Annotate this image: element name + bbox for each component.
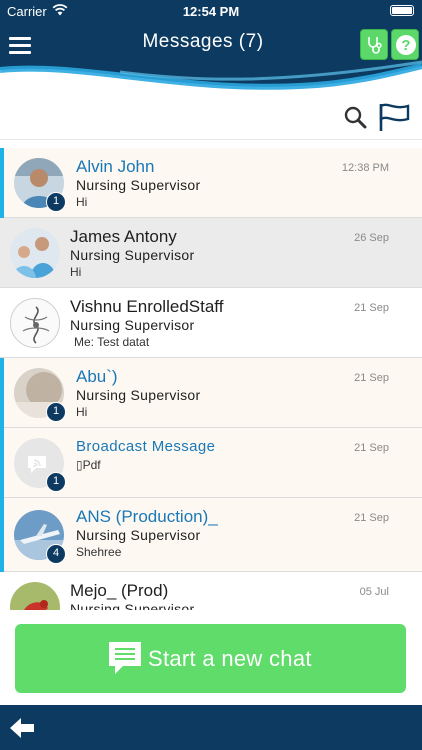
- status-bar: Carrier 12:54 PM: [0, 0, 422, 22]
- conversation-row[interactable]: Mejo_ (Prod) Nursing Supervisor 05 Jul: [0, 572, 422, 610]
- chat-bubble-icon: [109, 642, 141, 674]
- contact-name: Abu`): [76, 367, 118, 386]
- unread-count-badge: 1: [46, 192, 66, 212]
- app-header: Messages (7) ?: [0, 22, 422, 92]
- search-icon[interactable]: [343, 105, 367, 129]
- contact-role: Nursing Supervisor: [76, 527, 201, 543]
- conversation-row[interactable]: 1 Abu`) Nursing Supervisor Hi 21 Sep: [0, 358, 422, 428]
- contact-name: Mejo_ (Prod): [70, 581, 169, 600]
- unread-indicator: [0, 358, 4, 428]
- conversation-row[interactable]: James Antony Nursing Supervisor Hi 26 Se…: [0, 218, 422, 288]
- battery-icon: [390, 5, 414, 16]
- svg-text:?: ?: [401, 37, 410, 54]
- unread-indicator: [0, 148, 4, 218]
- last-message: ▯Pdf: [76, 458, 101, 472]
- unread-indicator: [0, 428, 4, 498]
- message-date: 05 Jul: [359, 586, 389, 598]
- flag-icon[interactable]: [378, 102, 410, 132]
- ornament-drawing-avatar: [10, 298, 60, 348]
- contact-role: Nursing Supervisor: [76, 387, 201, 403]
- contact-role: Nursing Supervisor: [70, 317, 195, 333]
- stethoscope-icon: [368, 37, 382, 54]
- start-new-chat-label: Start a new chat: [148, 646, 312, 671]
- contact-role: Nursing Supervisor: [70, 247, 195, 263]
- unread-count-badge: 1: [46, 472, 66, 492]
- last-message: Shehree: [76, 545, 122, 559]
- unread-count-badge: 1: [46, 402, 66, 422]
- back-arrow-icon[interactable]: [9, 717, 35, 739]
- message-date: 26 Sep: [354, 232, 389, 244]
- contact-role: Nursing Supervisor: [76, 177, 201, 193]
- contact-name: Alvin John: [76, 157, 155, 176]
- last-message: Hi: [76, 405, 88, 419]
- start-new-chat-button[interactable]: Start a new chat: [15, 624, 406, 693]
- conversation-row[interactable]: 4 ANS (Production)_ Nursing Supervisor S…: [0, 498, 422, 572]
- bird-photo-avatar: [10, 582, 60, 610]
- message-date: 21 Sep: [354, 512, 389, 524]
- contact-name: James Antony: [70, 227, 177, 246]
- bottom-bar: [0, 705, 422, 750]
- last-message: Hi: [70, 265, 82, 279]
- clock-time: 12:54 PM: [182, 4, 240, 19]
- help-button[interactable]: ?: [391, 29, 419, 60]
- message-date: 21 Sep: [354, 372, 389, 384]
- contact-name: Vishnu EnrolledStaff: [70, 297, 224, 316]
- message-date: 12:38 PM: [341, 162, 389, 174]
- conversation-row[interactable]: 1 Alvin John Nursing Supervisor Hi 12:38…: [0, 148, 422, 218]
- contact-name: ANS (Production)_: [76, 507, 218, 526]
- unread-count-badge: 4: [46, 544, 66, 564]
- conversation-list: 1 Alvin John Nursing Supervisor Hi 12:38…: [0, 140, 422, 610]
- medical-staff-photo-avatar: [10, 228, 60, 278]
- message-date: 21 Sep: [354, 442, 389, 454]
- unread-indicator: [0, 498, 4, 572]
- conversation-row[interactable]: Vishnu EnrolledStaff Nursing Supervisor …: [0, 288, 422, 358]
- stethoscope-button[interactable]: [360, 29, 388, 60]
- contact-role: Nursing Supervisor: [70, 601, 195, 610]
- page-title: Messages (7): [142, 31, 264, 52]
- contact-name: Broadcast Message: [76, 438, 216, 455]
- last-message: Me: Test datat: [74, 335, 150, 349]
- conversation-row[interactable]: 1 Broadcast Message ▯Pdf 21 Sep: [0, 428, 422, 498]
- message-date: 21 Sep: [354, 302, 389, 314]
- list-toolbar: [0, 92, 422, 140]
- last-message: Hi: [76, 195, 88, 209]
- help-icon: ?: [396, 35, 416, 55]
